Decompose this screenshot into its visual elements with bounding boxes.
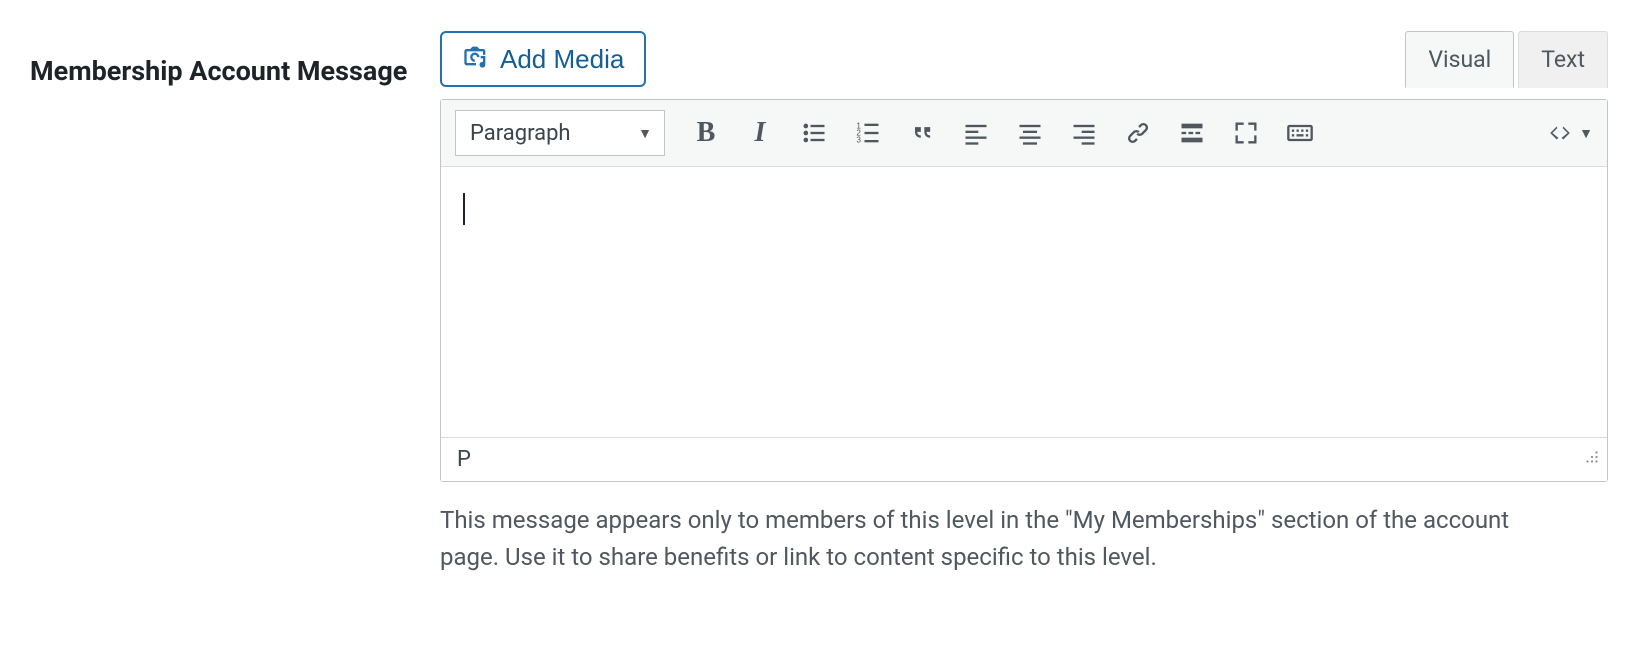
numbered-list-button[interactable]: 123 [845, 110, 891, 156]
text-cursor [463, 193, 465, 225]
svg-text:3: 3 [856, 135, 861, 144]
italic-button[interactable]: I [737, 110, 783, 156]
bold-icon: B [697, 119, 716, 147]
add-media-button[interactable]: Add Media [440, 31, 646, 87]
editor-mode-tabs: Visual Text [1405, 30, 1608, 87]
camera-music-icon [462, 42, 490, 77]
align-center-button[interactable] [1007, 110, 1053, 156]
field-body: Add Media Visual Text Paragraph ▼ B I [440, 30, 1608, 576]
editor-status-bar: P [441, 437, 1607, 481]
numbered-list-icon: 123 [854, 119, 882, 147]
add-media-label: Add Media [500, 44, 624, 75]
field-description: This message appears only to members of … [440, 502, 1520, 576]
link-button[interactable] [1115, 110, 1161, 156]
align-right-icon [1070, 119, 1098, 147]
align-right-button[interactable] [1061, 110, 1107, 156]
link-icon [1124, 119, 1152, 147]
bullet-list-button[interactable] [791, 110, 837, 156]
format-select[interactable]: Paragraph ▼ [455, 110, 665, 156]
editor-toolbar: Paragraph ▼ B I 123 [441, 100, 1607, 167]
toolbar-toggle[interactable]: ▼ [1547, 120, 1593, 146]
bold-button[interactable]: B [683, 110, 729, 156]
italic-icon: I [755, 119, 766, 147]
fullscreen-button[interactable] [1223, 110, 1269, 156]
field-label: Membership Account Message [30, 30, 410, 89]
align-left-icon [962, 119, 990, 147]
tab-visual[interactable]: Visual [1405, 31, 1514, 88]
keyboard-icon [1286, 119, 1314, 147]
align-center-icon [1016, 119, 1044, 147]
code-icon [1547, 120, 1573, 146]
align-left-button[interactable] [953, 110, 999, 156]
blockquote-button[interactable] [899, 110, 945, 156]
fullscreen-icon [1232, 119, 1260, 147]
bullet-list-icon [800, 119, 828, 147]
toolbar-group-inline: B I 123 [683, 110, 1323, 156]
format-select-value: Paragraph [470, 121, 571, 146]
read-more-button[interactable] [1169, 110, 1215, 156]
form-row: Membership Account Message Add Media Vis… [30, 30, 1608, 576]
editor-content[interactable] [441, 167, 1607, 437]
chevron-down-icon: ▼ [638, 125, 652, 142]
wysiwyg-editor: Paragraph ▼ B I 123 [440, 99, 1608, 482]
read-more-icon [1178, 119, 1206, 147]
tab-text[interactable]: Text [1518, 31, 1608, 88]
chevron-down-icon: ▼ [1579, 125, 1593, 142]
element-path[interactable]: P [457, 447, 471, 472]
quote-icon [908, 119, 936, 147]
editor-header-row: Add Media Visual Text [440, 30, 1608, 87]
keyboard-button[interactable] [1277, 110, 1323, 156]
resize-handle[interactable] [1583, 447, 1601, 472]
resize-icon [1583, 448, 1601, 466]
